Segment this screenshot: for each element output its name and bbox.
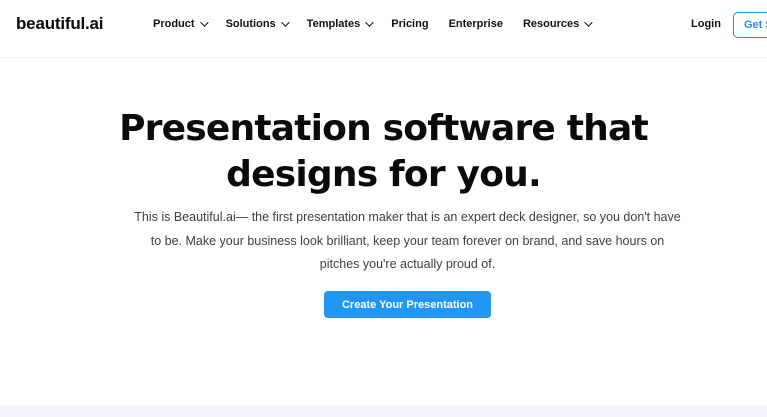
brand-logo[interactable]: beautiful.ai xyxy=(16,14,104,34)
next-section-band xyxy=(0,405,767,417)
menu-item-label: Pricing xyxy=(391,18,429,30)
chevron-down-icon xyxy=(365,18,374,27)
menu-item-pricing[interactable]: Pricing xyxy=(391,18,428,30)
top-navigation: beautiful.ai Product Solutions Templates… xyxy=(0,0,767,58)
login-link[interactable]: Login xyxy=(691,18,721,30)
menu-item-label: Templates xyxy=(306,18,361,30)
hero-section: Presentation software that designs for y… xyxy=(0,58,767,405)
get-started-button[interactable]: Get St xyxy=(733,12,767,38)
menu-item-enterprise[interactable]: Enterprise xyxy=(449,18,503,30)
chevron-down-icon xyxy=(280,18,290,27)
create-presentation-button[interactable]: Create Your Presentation xyxy=(324,291,491,318)
main-menu: Product Solutions Templates Pricing Ente… xyxy=(153,18,610,30)
menu-item-resources[interactable]: Resources xyxy=(522,18,593,30)
menu-item-product[interactable]: Product xyxy=(153,18,209,30)
menu-item-label: Product xyxy=(153,18,195,30)
menu-item-templates[interactable]: Templates xyxy=(306,18,374,30)
chevron-down-icon xyxy=(584,18,593,27)
menu-item-label: Enterprise xyxy=(448,18,503,30)
menu-item-label: Solutions xyxy=(225,18,276,30)
hero-subtext: This is Beautiful.ai— the first presenta… xyxy=(134,210,681,271)
hero-headline: Presentation software that designs for y… xyxy=(119,108,649,195)
menu-item-label: Resources xyxy=(522,18,580,30)
menu-item-solutions[interactable]: Solutions xyxy=(225,18,290,30)
chevron-down-icon xyxy=(199,18,209,27)
